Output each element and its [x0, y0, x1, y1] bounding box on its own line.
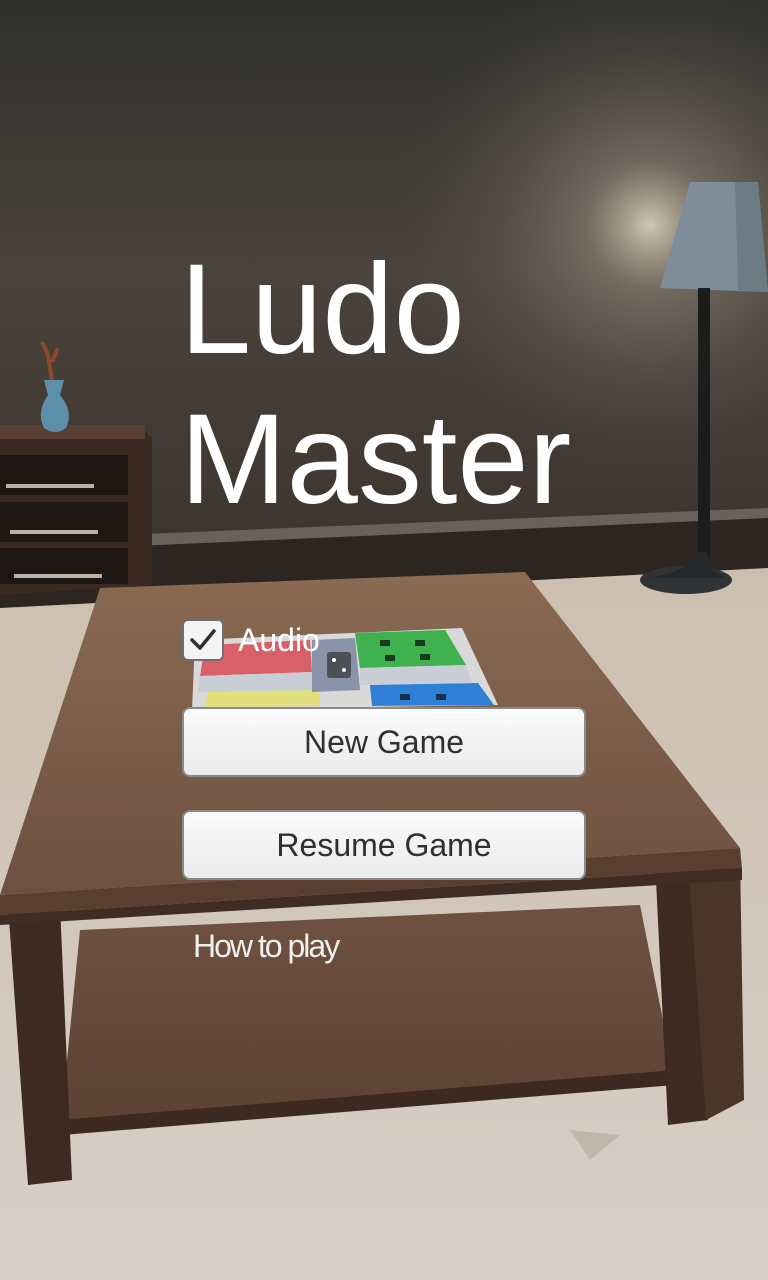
new-game-button[interactable]: New Game — [182, 707, 586, 777]
checkmark-icon — [190, 629, 216, 650]
game-title: Ludo Master — [180, 235, 571, 535]
audio-label: Audio — [238, 621, 320, 658]
audio-checkbox[interactable] — [182, 619, 224, 661]
audio-toggle[interactable]: Audio — [182, 617, 320, 663]
resume-game-button[interactable]: Resume Game — [182, 810, 586, 880]
how-to-play-link[interactable]: How to play — [193, 928, 340, 965]
title-line-2: Master — [180, 388, 572, 531]
title-line-1: Ludo — [180, 238, 465, 381]
dresser — [0, 425, 152, 595]
room-scene-background — [0, 0, 768, 1280]
